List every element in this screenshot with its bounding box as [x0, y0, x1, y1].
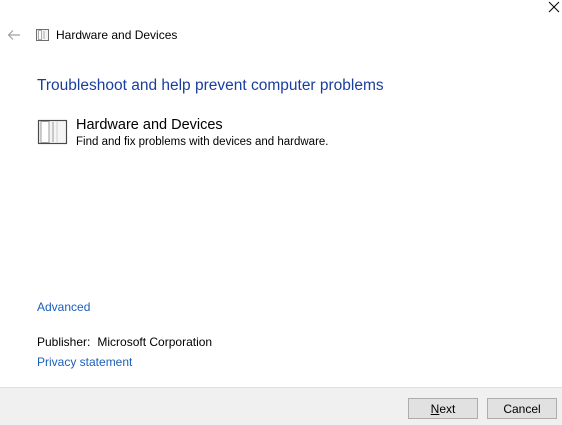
advanced-link[interactable]: Advanced	[37, 300, 90, 314]
footer-bar: Next Cancel	[0, 387, 562, 425]
troubleshooter-name: Hardware and Devices	[76, 117, 223, 133]
close-button[interactable]	[546, 0, 562, 14]
back-arrow-icon	[7, 30, 20, 40]
title-bar: Hardware and Devices	[0, 26, 562, 46]
troubleshooter-description: Find and fix problems with devices and h…	[76, 136, 329, 148]
next-button-label: ext	[439, 402, 456, 416]
troubleshooter-window: Hardware and Devices Troubleshoot and he…	[0, 0, 562, 425]
window-title: Hardware and Devices	[56, 28, 178, 42]
publisher-label: Publisher:	[37, 335, 91, 349]
hardware-device-icon	[36, 29, 49, 41]
close-icon	[548, 1, 560, 13]
publisher-value: Microsoft Corporation	[97, 335, 213, 349]
privacy-statement-link[interactable]: Privacy statement	[37, 355, 132, 369]
page-heading: Troubleshoot and help prevent computer p…	[37, 77, 384, 94]
publisher-info: Publisher: Microsoft Corporation	[37, 335, 212, 349]
cancel-button[interactable]: Cancel	[487, 398, 557, 419]
hardware-device-icon	[37, 119, 68, 145]
troubleshooter-item[interactable]: Hardware and Devices Find and fix proble…	[37, 117, 357, 148]
back-button[interactable]	[6, 26, 22, 44]
next-button[interactable]: Next	[408, 398, 478, 419]
